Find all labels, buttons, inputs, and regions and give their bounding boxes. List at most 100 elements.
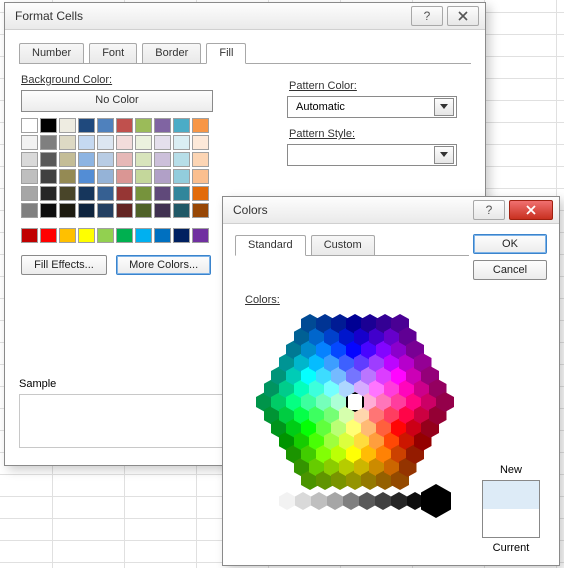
pattern-style-combo[interactable]	[287, 144, 457, 166]
color-swatch[interactable]	[59, 152, 76, 167]
grey-hex-cell[interactable]	[375, 492, 391, 510]
grey-hex-cell[interactable]	[295, 492, 311, 510]
color-swatch[interactable]	[173, 135, 190, 150]
color-swatch[interactable]	[21, 169, 38, 184]
color-swatch[interactable]	[59, 228, 76, 243]
color-swatch[interactable]	[59, 118, 76, 133]
color-swatch[interactable]	[40, 118, 57, 133]
color-swatch[interactable]	[192, 135, 209, 150]
grey-hex-cell[interactable]	[343, 492, 359, 510]
color-swatch[interactable]	[173, 118, 190, 133]
color-swatch[interactable]	[192, 169, 209, 184]
grey-hex-cell[interactable]	[327, 492, 343, 510]
color-swatch[interactable]	[135, 186, 152, 201]
color-swatch[interactable]	[40, 186, 57, 201]
color-swatch[interactable]	[78, 152, 95, 167]
grey-hex-cell[interactable]	[311, 492, 327, 510]
no-color-button[interactable]: No Color	[21, 90, 213, 112]
help-button[interactable]: ?	[411, 6, 443, 26]
color-swatch[interactable]	[154, 152, 171, 167]
color-swatch[interactable]	[78, 135, 95, 150]
color-swatch[interactable]	[173, 186, 190, 201]
color-swatch[interactable]	[40, 169, 57, 184]
color-swatch[interactable]	[59, 169, 76, 184]
color-swatch[interactable]	[21, 135, 38, 150]
color-swatch[interactable]	[40, 135, 57, 150]
format-cells-titlebar[interactable]: Format Cells ?	[5, 3, 485, 30]
more-colors-button[interactable]: More Colors...	[116, 255, 211, 275]
grey-hex-cell[interactable]	[407, 492, 423, 510]
color-swatch[interactable]	[154, 228, 171, 243]
color-swatch[interactable]	[135, 152, 152, 167]
color-swatch[interactable]	[154, 203, 171, 218]
color-swatch[interactable]	[154, 118, 171, 133]
fill-effects-button[interactable]: Fill Effects...	[21, 255, 107, 275]
color-swatch[interactable]	[116, 203, 133, 218]
color-swatch[interactable]	[135, 118, 152, 133]
grey-hex-cell[interactable]	[391, 492, 407, 510]
colors-titlebar[interactable]: Colors ?	[223, 197, 559, 224]
color-swatch[interactable]	[192, 186, 209, 201]
color-swatch[interactable]	[135, 169, 152, 184]
color-swatch[interactable]	[173, 228, 190, 243]
color-swatch[interactable]	[78, 169, 95, 184]
tab-custom[interactable]: Custom	[311, 235, 375, 255]
color-swatch[interactable]	[78, 118, 95, 133]
color-swatch[interactable]	[192, 203, 209, 218]
color-swatch[interactable]	[116, 135, 133, 150]
color-swatch[interactable]	[21, 118, 38, 133]
pattern-color-combo[interactable]: Automatic	[287, 96, 457, 118]
color-swatch[interactable]	[59, 135, 76, 150]
tab-font[interactable]: Font	[89, 43, 137, 63]
color-swatch[interactable]	[116, 228, 133, 243]
color-swatch[interactable]	[97, 228, 114, 243]
color-hexagon[interactable]	[255, 310, 455, 494]
color-swatch[interactable]	[21, 228, 38, 243]
color-swatch[interactable]	[78, 186, 95, 201]
color-swatch[interactable]	[21, 186, 38, 201]
color-swatch[interactable]	[154, 186, 171, 201]
help-button[interactable]: ?	[473, 200, 505, 220]
ok-button[interactable]: OK	[473, 234, 547, 254]
color-swatch[interactable]	[78, 203, 95, 218]
grey-hex-cell[interactable]	[359, 492, 375, 510]
color-swatch[interactable]	[21, 152, 38, 167]
color-swatch[interactable]	[97, 203, 114, 218]
tab-number[interactable]: Number	[19, 43, 84, 63]
color-swatch[interactable]	[154, 135, 171, 150]
color-swatch[interactable]	[116, 169, 133, 184]
tab-standard[interactable]: Standard	[235, 235, 306, 256]
color-swatch[interactable]	[116, 186, 133, 201]
color-swatch[interactable]	[59, 186, 76, 201]
color-swatch[interactable]	[192, 228, 209, 243]
color-swatch[interactable]	[173, 203, 190, 218]
tab-border[interactable]: Border	[142, 43, 201, 63]
color-swatch[interactable]	[21, 203, 38, 218]
color-swatch[interactable]	[116, 152, 133, 167]
tab-fill[interactable]: Fill	[206, 43, 246, 64]
close-button[interactable]	[509, 200, 553, 220]
close-button[interactable]	[447, 6, 479, 26]
color-swatch[interactable]	[59, 203, 76, 218]
color-swatch[interactable]	[97, 186, 114, 201]
color-swatch[interactable]	[97, 169, 114, 184]
greyscale-row[interactable]	[263, 492, 423, 510]
color-swatch[interactable]	[135, 135, 152, 150]
color-swatch[interactable]	[173, 152, 190, 167]
grey-hex-cell[interactable]	[279, 492, 295, 510]
color-swatch[interactable]	[192, 152, 209, 167]
color-swatch[interactable]	[154, 169, 171, 184]
color-swatch[interactable]	[40, 228, 57, 243]
color-swatch[interactable]	[78, 228, 95, 243]
grey-hex-cell[interactable]	[263, 492, 279, 510]
color-swatch[interactable]	[40, 152, 57, 167]
color-swatch[interactable]	[135, 228, 152, 243]
color-swatch[interactable]	[97, 118, 114, 133]
color-swatch[interactable]	[192, 118, 209, 133]
color-swatch[interactable]	[97, 135, 114, 150]
color-swatch[interactable]	[97, 152, 114, 167]
cancel-button[interactable]: Cancel	[473, 260, 547, 280]
color-swatch[interactable]	[173, 169, 190, 184]
color-swatch[interactable]	[40, 203, 57, 218]
color-swatch[interactable]	[135, 203, 152, 218]
